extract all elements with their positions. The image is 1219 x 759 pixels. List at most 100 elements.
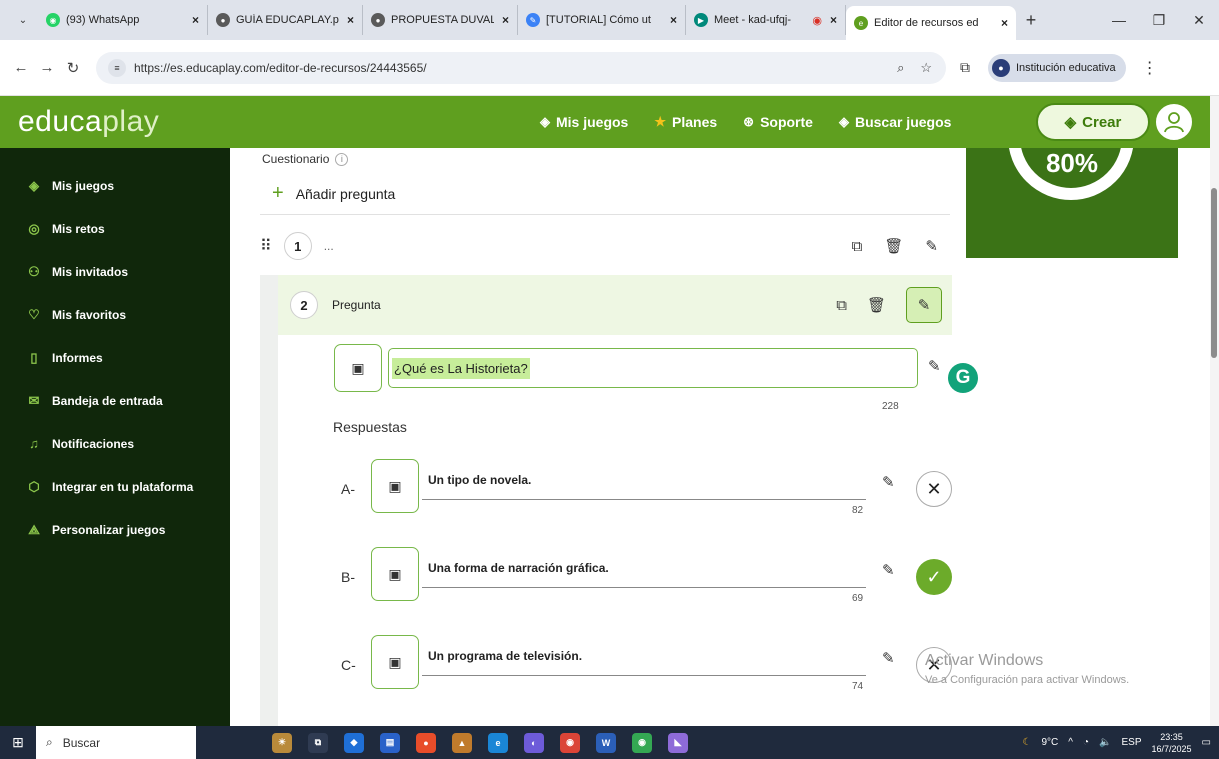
tab-search-icon[interactable]: ⌄ xyxy=(8,6,38,34)
sidebar-item-mis-favoritos[interactable]: ♡ Mis favoritos xyxy=(0,293,230,336)
page-scrollbar[interactable] xyxy=(1210,96,1219,726)
close-tab-icon[interactable]: × xyxy=(1001,16,1008,30)
close-tab-icon[interactable]: × xyxy=(502,13,509,27)
chevron-up-icon[interactable]: ^ xyxy=(1068,737,1073,748)
sidebar: ◈ Mis juegos ◎ Mis retos ⚇ Mis invitados ♡ M… xyxy=(0,148,230,726)
file-explorer-icon[interactable]: ▤ xyxy=(380,732,400,753)
browser-menu-icon[interactable]: ⋮ xyxy=(1142,58,1158,78)
mail-icon: ✉ xyxy=(28,392,40,408)
pencil-icon[interactable]: ✎ xyxy=(928,357,941,375)
close-tab-icon[interactable]: × xyxy=(347,13,354,27)
grammarly-icon[interactable]: G xyxy=(948,363,978,393)
word-icon[interactable]: W xyxy=(596,732,616,753)
tab-meet[interactable]: ▶ Meet - kad-ufqj- ◉ × xyxy=(686,5,846,35)
correct-toggle[interactable]: ✓ xyxy=(916,559,952,595)
info-icon[interactable]: i xyxy=(335,152,349,166)
sidebar-item-personalizar[interactable]: ⟁ Personalizar juegos xyxy=(0,508,230,551)
nav-buscar-juegos[interactable]: ◈ Buscar juegos xyxy=(839,114,951,130)
duplicate-icon[interactable]: ⧉ xyxy=(852,238,863,255)
question-row-1: ⠿ 1 ... ⧉ 🗑 ✎ xyxy=(260,226,950,266)
extensions-icon[interactable]: ⧉ xyxy=(960,59,970,76)
sidebar-item-mis-invitados[interactable]: ⚇ Mis invitados xyxy=(0,250,230,293)
add-question-button[interactable]: + Añadir pregunta xyxy=(272,182,395,205)
profile-chip[interactable]: ● Institución educativa xyxy=(988,53,1126,82)
chrome-icon[interactable]: ◉ xyxy=(560,732,580,753)
add-media-button[interactable]: ▣ xyxy=(371,547,419,601)
answers-title: Respuestas xyxy=(333,419,407,435)
tab-guia-educaplay[interactable]: ● GUÍA EDUCAPLAY.pd × xyxy=(208,5,363,35)
zoom-icon[interactable]: ⌕ xyxy=(897,60,904,76)
pencil-icon[interactable]: ✎ xyxy=(882,561,895,579)
close-tab-icon[interactable]: × xyxy=(192,13,199,27)
taskbar-search[interactable]: ⌕ Buscar xyxy=(36,726,196,759)
language-indicator[interactable]: ESP xyxy=(1121,737,1141,748)
pencil-icon[interactable]: ✎ xyxy=(882,649,895,667)
add-media-button[interactable]: ▣ xyxy=(334,344,382,392)
taskbar-apps: ☀ ⧉ ◆ ▤ ● ▲ e ◐ ◉ W ◉ ◣ xyxy=(272,732,688,753)
pencil-icon[interactable]: ✎ xyxy=(925,237,938,255)
tab-whatsapp[interactable]: ◉ (93) WhatsApp × xyxy=(38,5,208,35)
tab-propuesta-duval[interactable]: ● PROPUESTA DUVAL Y × xyxy=(363,5,518,35)
forward-icon[interactable]: → xyxy=(34,59,60,76)
tab-editor-recursos[interactable]: e Editor de recursos ed × xyxy=(846,6,1016,40)
weather-icon: ☾ xyxy=(1022,737,1032,748)
user-icon xyxy=(1164,112,1184,133)
nav-mis-juegos[interactable]: ◈ Mis juegos xyxy=(540,114,628,130)
scrollbar-thumb[interactable] xyxy=(1211,188,1217,358)
trash-icon[interactable]: 🗑 xyxy=(867,296,886,314)
close-icon: ✕ xyxy=(926,478,942,499)
app-icon[interactable]: ◣ xyxy=(668,732,688,753)
sidebar-item-integrar[interactable]: ⬡ Integrar en tu plataforma xyxy=(0,465,230,508)
pencil-icon[interactable]: ✎ xyxy=(882,473,895,491)
tab-tutorial[interactable]: ✎ [TUTORIAL] Cómo ut × xyxy=(518,5,686,35)
user-avatar[interactable] xyxy=(1154,102,1194,142)
task-view-icon[interactable]: ⧉ xyxy=(308,732,328,753)
trash-icon[interactable]: 🗑 xyxy=(884,237,903,255)
windows-start-icon[interactable]: ⊞ xyxy=(0,734,36,751)
educaplay-logo[interactable]: educaplay xyxy=(18,105,159,139)
answer-text[interactable]: Un programa de televisión. xyxy=(428,649,582,663)
incorrect-toggle[interactable]: ✕ xyxy=(916,471,952,507)
volume-icon[interactable]: 🔈 xyxy=(1099,737,1111,748)
question-number: 1 xyxy=(283,232,312,260)
site-info-icon[interactable]: ≡ xyxy=(108,58,126,77)
notifications-icon[interactable]: ▭ xyxy=(1202,737,1211,748)
bookmark-star-icon[interactable]: ☆ xyxy=(920,60,932,76)
sidebar-item-informes[interactable]: ▯ Informes xyxy=(0,336,230,379)
edge-icon[interactable]: e xyxy=(488,732,508,753)
pencil-icon[interactable]: ✎ xyxy=(906,287,942,323)
duplicate-icon[interactable]: ⧉ xyxy=(836,297,847,314)
add-media-button[interactable]: ▣ xyxy=(371,635,419,689)
nav-soporte[interactable]: ⊛ Soporte xyxy=(743,114,813,130)
minimize-icon[interactable]: — xyxy=(1099,12,1139,28)
new-tab-icon[interactable]: + xyxy=(1016,10,1046,31)
clock[interactable]: 23:35 16/7/2025 xyxy=(1152,731,1192,755)
back-icon[interactable]: ← xyxy=(8,59,34,76)
sidebar-item-notificaciones[interactable]: ♫ Notificaciones xyxy=(0,422,230,465)
close-tab-icon[interactable]: × xyxy=(830,13,837,27)
create-button[interactable]: ◈ Crear xyxy=(1036,103,1150,141)
network-icon[interactable]: ◔ xyxy=(1083,737,1089,748)
answer-text[interactable]: Un tipo de novela. xyxy=(428,473,531,487)
question-input[interactable]: ¿Qué es La Historieta? xyxy=(388,348,918,388)
sidebar-item-bandeja[interactable]: ✉ Bandeja de entrada xyxy=(0,379,230,422)
nav-planes[interactable]: ★ Planes xyxy=(654,114,717,130)
app-icon[interactable]: ▲ xyxy=(452,732,472,753)
search-icon: ⌕ xyxy=(46,735,53,749)
weather-widget-icon[interactable]: ☀ xyxy=(272,732,292,753)
sidebar-item-mis-juegos[interactable]: ◈ Mis juegos xyxy=(0,164,230,207)
chrome-profile-icon[interactable]: ◉ xyxy=(632,732,652,753)
restore-icon[interactable]: ❐ xyxy=(1139,12,1179,29)
url-input[interactable]: ≡ https://es.educaplay.com/editor-de-rec… xyxy=(96,51,946,84)
close-window-icon[interactable]: ✕ xyxy=(1179,12,1219,29)
reload-icon[interactable]: ↻ xyxy=(60,59,86,77)
app-icon[interactable]: ◐ xyxy=(524,732,544,753)
app-icon[interactable]: ● xyxy=(416,732,436,753)
char-count: 82 xyxy=(852,505,864,516)
answer-text[interactable]: Una forma de narración gráfica. xyxy=(428,561,609,575)
close-tab-icon[interactable]: × xyxy=(670,13,677,27)
app-icon[interactable]: ◆ xyxy=(344,732,364,753)
sidebar-item-mis-retos[interactable]: ◎ Mis retos xyxy=(0,207,230,250)
drag-handle-icon[interactable]: ⠿ xyxy=(260,236,272,256)
add-media-button[interactable]: ▣ xyxy=(371,459,419,513)
